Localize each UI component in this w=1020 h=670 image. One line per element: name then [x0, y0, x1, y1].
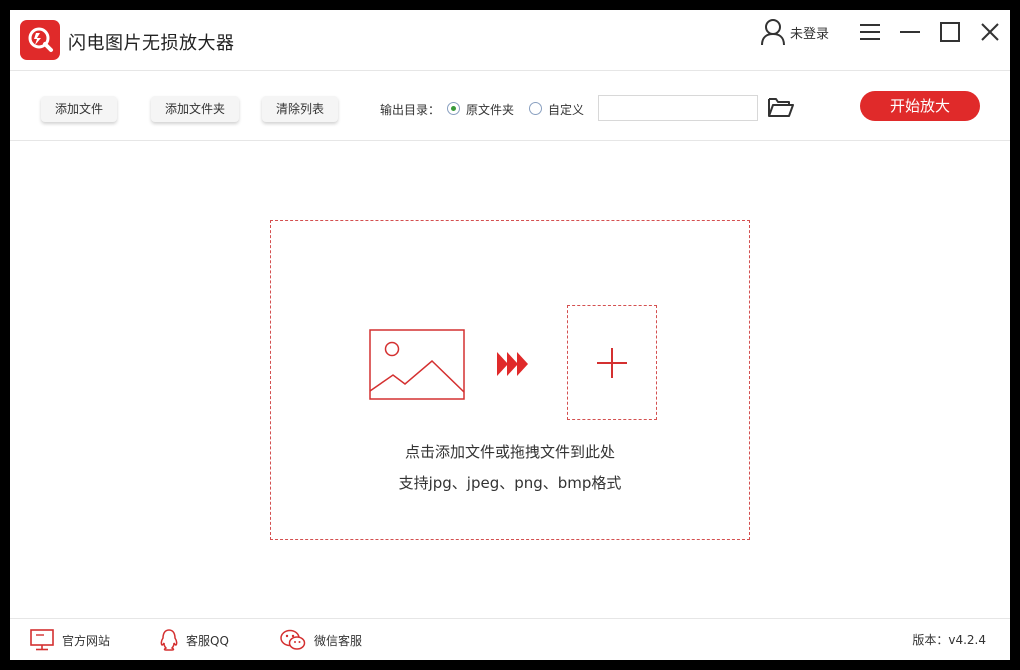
image-placeholder-icon: [369, 329, 465, 400]
minimize-icon[interactable]: [898, 20, 922, 44]
app-logo-icon: [20, 20, 60, 60]
monitor-icon: [30, 629, 54, 651]
version-label: 版本：v4.2.4: [912, 633, 986, 647]
qq-service-link[interactable]: 客服QQ: [160, 629, 229, 651]
output-dir-label: 输出目录：: [380, 103, 441, 117]
clear-list-button[interactable]: 清除列表: [262, 96, 339, 122]
app-window: 闪电图片无损放大器 未登录 添加文件 添加文件夹 清除列表 输出目录： 原文件夹…: [10, 10, 1010, 660]
wechat-service-link[interactable]: 微信客服: [280, 629, 362, 651]
add-image-box[interactable]: [567, 305, 657, 420]
wechat-icon: [280, 629, 306, 650]
folder-open-icon[interactable]: [767, 96, 795, 118]
qq-service-label: 客服QQ: [186, 633, 229, 648]
plus-icon: [597, 348, 627, 378]
add-folder-button[interactable]: 添加文件夹: [151, 96, 240, 122]
toolbar: 添加文件 添加文件夹 清除列表 输出目录： 原文件夹 自定义 开始放大: [10, 71, 1010, 141]
official-website-link[interactable]: 官方网站: [30, 629, 110, 651]
close-icon[interactable]: [978, 20, 1002, 44]
qq-icon: [160, 629, 178, 651]
output-path-input[interactable]: [598, 95, 758, 121]
footer-bar: 官方网站 客服QQ 微信客服 版本：v4.2.4: [10, 618, 1010, 661]
radio-original-folder-label[interactable]: 原文件夹: [466, 101, 514, 118]
user-icon: [761, 19, 785, 46]
radio-custom[interactable]: [529, 102, 542, 115]
app-title: 闪电图片无损放大器: [68, 33, 235, 54]
hamburger-menu-icon[interactable]: [858, 20, 882, 44]
drop-hint-text: 点击添加文件或拖拽文件到此处: [404, 443, 615, 461]
wechat-service-label: 微信客服: [314, 633, 363, 648]
login-button[interactable]: 未登录: [760, 18, 829, 46]
official-website-label: 官方网站: [62, 633, 111, 648]
title-bar: 闪电图片无损放大器 未登录: [10, 10, 1010, 71]
add-file-button[interactable]: 添加文件: [41, 96, 118, 122]
start-upscale-button[interactable]: 开始放大: [860, 91, 980, 121]
radio-original-folder[interactable]: [447, 102, 460, 115]
file-drop-zone[interactable]: 点击添加文件或拖拽文件到此处 支持jpg、jpeg、png、bmp格式: [270, 220, 750, 540]
triple-arrow-icon: [497, 352, 528, 376]
maximize-icon[interactable]: [938, 20, 962, 44]
user-label: 未登录: [790, 26, 830, 42]
radio-custom-label[interactable]: 自定义: [548, 101, 584, 118]
supported-formats-text: 支持jpg、jpeg、png、bmp格式: [398, 474, 622, 492]
